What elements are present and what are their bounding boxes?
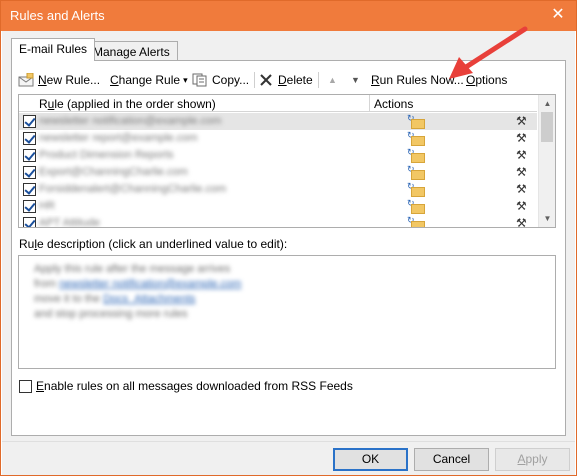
rule-name: Product Dimension Reports	[39, 149, 174, 161]
delete-icon	[260, 74, 272, 86]
desc-label-pre: Ru	[19, 237, 35, 251]
tools-icon: ⚒	[516, 216, 527, 227]
description-line: Apply this rule after the message arrive…	[34, 263, 230, 275]
desc-label-text: e description (click an underlined value…	[37, 237, 288, 251]
move-up-icon[interactable]: ▲	[328, 71, 337, 89]
rule-name: HR	[39, 200, 55, 212]
tab-manage-alerts[interactable]: Manage Alerts	[85, 41, 178, 62]
run-rules-label-accel: R	[371, 73, 380, 87]
rule-description-box[interactable]: Apply this rule after the message arrive…	[18, 255, 556, 369]
new-rule-label-accel: N	[38, 73, 47, 87]
rules-list-header: Rule (applied in the order shown) Action…	[19, 95, 537, 112]
rule-enabled-checkbox[interactable]	[23, 183, 36, 196]
scroll-up-icon[interactable]: ▲	[539, 95, 556, 112]
new-rule-icon	[18, 73, 34, 87]
copy-icon	[192, 73, 207, 87]
toolbar-divider	[254, 72, 255, 88]
rule-enabled-checkbox[interactable]	[23, 166, 36, 179]
folder-icon	[411, 153, 425, 163]
rule-row[interactable]: Forsiddenalert@ChanningCharlie.com ↻ ⚒	[19, 181, 537, 198]
move-down-icon[interactable]: ▼	[351, 71, 360, 89]
rule-row[interactable]: APT Attitude ↻ ⚒	[19, 215, 537, 227]
rule-row[interactable]: newsletter notification@example.com ↻ ⚒	[19, 113, 537, 130]
rule-enabled-checkbox[interactable]	[23, 132, 36, 145]
rule-enabled-checkbox[interactable]	[23, 149, 36, 162]
rule-row[interactable]: newsletter report@example.com ↻ ⚒	[19, 130, 537, 147]
rule-name: APT Attitude	[39, 217, 100, 227]
rule-name: Export@ChanningCharlie.com	[39, 166, 188, 178]
column-header-rule[interactable]: Rule (applied in the order shown)	[39, 97, 216, 111]
annotation-arrow	[449, 26, 528, 79]
rules-list[interactable]: Rule (applied in the order shown) Action…	[18, 94, 556, 228]
rule-name: Forsiddenalert@ChanningCharlie.com	[39, 183, 227, 195]
change-rule-label-accel: C	[110, 73, 119, 87]
new-rule-button[interactable]: New Rule...	[18, 71, 100, 89]
description-link[interactable]: Docs_Attachments	[103, 293, 195, 305]
change-rule-label: hange Rule	[118, 73, 181, 87]
rule-enabled-checkbox[interactable]	[23, 217, 36, 227]
rss-checkbox[interactable]	[19, 379, 32, 393]
tools-icon: ⚒	[516, 182, 527, 196]
rule-enabled-checkbox[interactable]	[23, 115, 36, 128]
rule-header-text: le (applied in the order shown)	[54, 97, 216, 111]
apply-label: pply	[525, 452, 548, 466]
rss-label-accel: E	[36, 379, 45, 393]
tools-icon: ⚒	[516, 199, 527, 213]
rule-row[interactable]: Export@ChanningCharlie.com ↻ ⚒	[19, 164, 537, 181]
rules-list-scrollbar[interactable]: ▲ ▼	[538, 95, 555, 227]
delete-label: elete	[286, 73, 313, 87]
ok-button[interactable]: OK	[333, 448, 408, 471]
folder-icon	[411, 136, 425, 146]
folder-icon	[411, 119, 425, 129]
rss-label: nable rules on all messages downloaded f…	[44, 379, 353, 393]
chevron-down-icon: ▾	[183, 74, 188, 85]
rss-option[interactable]: Enable rules on all messages downloaded …	[19, 379, 353, 393]
description-link[interactable]: newsletter notification@example.com	[59, 278, 241, 290]
rules-and-alerts-dialog: Rules and Alerts ✕ E-mail Rules Manage A…	[0, 0, 577, 476]
dialog-content: E-mail Rules Manage Alerts New Rule... C…	[2, 31, 575, 441]
tab-email-rules[interactable]: E-mail Rules	[11, 38, 96, 61]
apply-label-accel: A	[517, 452, 526, 466]
close-icon[interactable]: ✕	[548, 5, 568, 25]
new-rule-label: ew Rule...	[46, 73, 101, 87]
rule-row[interactable]: HR ↻ ⚒	[19, 198, 537, 215]
apply-button[interactable]: Apply	[495, 448, 570, 471]
folder-icon	[411, 170, 425, 180]
dialog-button-bar: OK Cancel Apply	[2, 441, 575, 475]
delete-rule-button[interactable]: Delete	[258, 71, 313, 89]
rule-name: newsletter notification@example.com	[39, 115, 222, 127]
scroll-down-icon[interactable]: ▼	[539, 210, 556, 227]
rule-header-pre: R	[39, 97, 48, 111]
folder-icon	[411, 187, 425, 197]
rule-enabled-checkbox[interactable]	[23, 200, 36, 213]
tools-icon: ⚒	[516, 131, 527, 145]
cancel-button[interactable]: Cancel	[414, 448, 489, 471]
rule-description-label: Rule description (click an underlined va…	[19, 237, 287, 251]
change-rule-button[interactable]: Change Rule ▾	[110, 71, 188, 89]
delete-label-accel: D	[278, 73, 287, 87]
description-line: from newsletter notification@example.com	[34, 278, 241, 290]
email-rules-panel: New Rule... Change Rule ▾ Copy... D elet…	[11, 60, 566, 436]
column-divider[interactable]	[369, 95, 370, 111]
tools-icon: ⚒	[516, 165, 527, 179]
description-line: and stop processing more rules	[34, 308, 187, 320]
toolbar-divider	[318, 72, 319, 88]
rule-row[interactable]: Product Dimension Reports ↻ ⚒	[19, 147, 537, 164]
copy-label: Copy...	[212, 73, 250, 87]
scroll-thumb[interactable]	[541, 112, 553, 142]
description-text: and stop processing more rules	[34, 308, 188, 320]
window-title: Rules and Alerts	[10, 8, 105, 23]
tools-icon: ⚒	[516, 148, 527, 162]
folder-icon	[411, 221, 425, 227]
description-line: move it to the Docs_Attachments	[34, 293, 195, 305]
copy-rule-button[interactable]: Copy...	[192, 71, 249, 89]
tools-icon: ⚒	[516, 114, 527, 128]
description-text: from	[34, 278, 60, 290]
rule-name: newsletter report@example.com	[39, 132, 198, 144]
description-text: move it to the	[34, 293, 104, 305]
description-text: Apply this rule after the message arrive…	[34, 263, 231, 275]
folder-icon	[411, 204, 425, 214]
column-header-actions[interactable]: Actions	[374, 97, 413, 111]
